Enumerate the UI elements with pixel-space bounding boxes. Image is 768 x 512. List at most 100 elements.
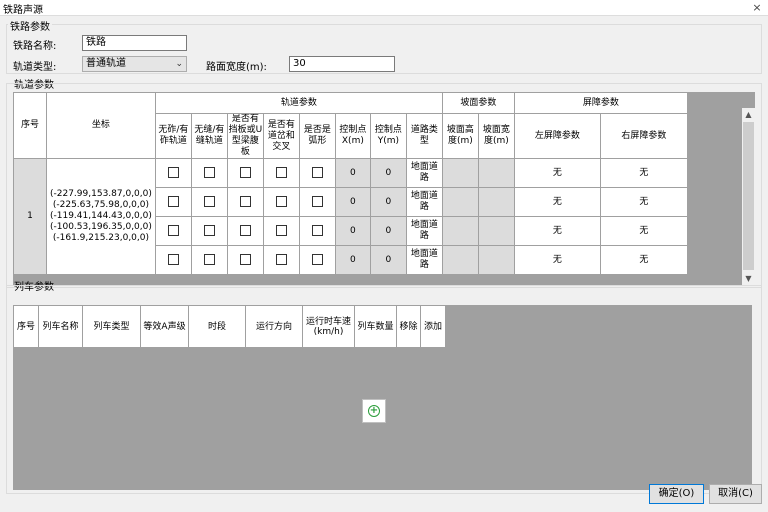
header-bed-width: 坡面宽度(m) xyxy=(477,113,515,159)
ballast-checkbox[interactable] xyxy=(154,216,192,246)
railway-name-input[interactable]: 铁路 xyxy=(82,35,187,51)
control-x-cell[interactable]: 0 xyxy=(334,245,371,275)
train-header-period: 时段 xyxy=(188,305,246,348)
header-seamless: 无缝/有缝轨道 xyxy=(190,113,228,159)
curved-checkbox[interactable] xyxy=(298,187,336,217)
seamless-checkbox[interactable] xyxy=(190,187,228,217)
right-barrier-cell[interactable]: 无 xyxy=(599,158,688,188)
seamless-checkbox[interactable] xyxy=(190,158,228,188)
header-bed-group: 坡面参数 xyxy=(441,92,515,114)
baffle-checkbox[interactable] xyxy=(226,187,264,217)
road-type-cell[interactable]: 地面道路 xyxy=(405,187,443,217)
curved-checkbox[interactable] xyxy=(298,216,336,246)
road-type-cell[interactable]: 地面道路 xyxy=(405,158,443,188)
header-road-type: 道路类型 xyxy=(405,113,443,159)
header-control-y: 控制点Y(m) xyxy=(369,113,407,159)
header-control-x: 控制点X(m) xyxy=(334,113,371,159)
ballast-checkbox[interactable] xyxy=(154,245,192,275)
train-header-count: 列车数量 xyxy=(354,305,397,348)
road-type-cell[interactable]: 地面道路 xyxy=(405,245,443,275)
plus-icon: + xyxy=(368,405,380,417)
header-bed-height: 坡面高度(m) xyxy=(441,113,479,159)
left-barrier-cell[interactable]: 无 xyxy=(513,245,601,275)
right-barrier-cell[interactable]: 无 xyxy=(599,216,688,246)
header-barrier-group: 屏障参数 xyxy=(513,92,688,114)
bed-height-cell[interactable] xyxy=(441,187,479,217)
turnout-checkbox[interactable] xyxy=(262,158,300,188)
scroll-thumb[interactable] xyxy=(743,122,754,270)
bed-height-cell[interactable] xyxy=(441,216,479,246)
turnout-checkbox[interactable] xyxy=(262,216,300,246)
control-y-cell[interactable]: 0 xyxy=(369,216,407,246)
baffle-checkbox[interactable] xyxy=(226,245,264,275)
scroll-up-icon[interactable]: ▲ xyxy=(742,108,755,121)
track-params-table-area: 序号 坐标 轨道参数 坡面参数 屏障参数 无砟/有砟轨道 无缝/有缝轨道 是否有… xyxy=(13,92,755,285)
header-track-group: 轨道参数 xyxy=(154,92,443,114)
header-baffle: 是否有挡板或U型梁腹板 xyxy=(226,113,264,159)
turnout-checkbox[interactable] xyxy=(262,245,300,275)
bed-height-cell[interactable] xyxy=(441,158,479,188)
title-bar: 铁路声源 × xyxy=(0,0,768,16)
control-y-cell[interactable]: 0 xyxy=(369,187,407,217)
baffle-checkbox[interactable] xyxy=(226,216,264,246)
track-type-select[interactable]: 普通轨道 ⌄ xyxy=(82,56,187,72)
header-right-barrier: 右屏障参数 xyxy=(599,113,688,159)
train-header-seq: 序号 xyxy=(13,305,39,348)
train-header-name: 列车名称 xyxy=(38,305,83,348)
header-coord: 坐标 xyxy=(46,92,156,159)
cancel-button[interactable]: 取消(C) xyxy=(709,484,762,504)
bed-width-cell[interactable] xyxy=(477,216,515,246)
railway-params-label: 铁路参数 xyxy=(8,18,52,33)
train-header-speed: 运行时车速(km/h) xyxy=(302,305,355,348)
road-width-input[interactable]: 30 xyxy=(289,56,395,72)
scroll-down-icon[interactable]: ▼ xyxy=(742,272,755,285)
track-params-table: 序号 坐标 轨道参数 坡面参数 屏障参数 无砟/有砟轨道 无缝/有缝轨道 是否有… xyxy=(13,92,688,275)
header-left-barrier: 左屏障参数 xyxy=(513,113,601,159)
close-icon[interactable]: × xyxy=(750,1,764,14)
bed-height-cell[interactable] xyxy=(441,245,479,275)
train-header-level: 等效A声级 xyxy=(140,305,189,348)
train-table-area: 序号 列车名称 列车类型 等效A声级 时段 运行方向 运行时车速(km/h) 列… xyxy=(13,305,752,490)
control-x-cell[interactable]: 0 xyxy=(334,216,371,246)
train-header-direction: 运行方向 xyxy=(245,305,303,348)
header-turnout: 是否有道岔和交叉 xyxy=(262,113,300,159)
control-x-cell[interactable]: 0 xyxy=(334,187,371,217)
left-barrier-cell[interactable]: 无 xyxy=(513,216,601,246)
train-header-add: 添加 xyxy=(420,305,446,348)
bed-width-cell[interactable] xyxy=(477,187,515,217)
chevron-down-icon: ⌄ xyxy=(175,59,183,69)
baffle-checkbox[interactable] xyxy=(226,158,264,188)
track-table-scrollbar[interactable]: ▲ ▼ xyxy=(742,108,755,285)
train-header-type: 列车类型 xyxy=(82,305,141,348)
add-train-button[interactable]: + xyxy=(362,399,386,423)
ok-button[interactable]: 确定(O) xyxy=(649,484,704,504)
railway-name-label: 铁路名称: xyxy=(13,41,57,52)
curved-checkbox[interactable] xyxy=(298,158,336,188)
track-type-label: 轨道类型: xyxy=(13,62,57,73)
bed-width-cell[interactable] xyxy=(477,245,515,275)
bed-width-cell[interactable] xyxy=(477,158,515,188)
control-y-cell[interactable]: 0 xyxy=(369,158,407,188)
left-barrier-cell[interactable]: 无 xyxy=(513,158,601,188)
seamless-checkbox[interactable] xyxy=(190,216,228,246)
curved-checkbox[interactable] xyxy=(298,245,336,275)
right-barrier-cell[interactable]: 无 xyxy=(599,187,688,217)
control-y-cell[interactable]: 0 xyxy=(369,245,407,275)
row-seq: 1 xyxy=(13,158,47,275)
ballast-checkbox[interactable] xyxy=(154,158,192,188)
road-width-label: 路面宽度(m): xyxy=(206,62,267,73)
window-title: 铁路声源 xyxy=(3,5,43,16)
train-params-table: 序号 列车名称 列车类型 等效A声级 时段 运行方向 运行时车速(km/h) 列… xyxy=(13,305,446,348)
turnout-checkbox[interactable] xyxy=(262,187,300,217)
dialog-client: 铁路参数 铁路名称: 铁路 轨道类型: 普通轨道 ⌄ 路面宽度(m): 30 轨… xyxy=(0,16,768,512)
row-coord[interactable]: (-227.99,153.87,0,0,0)(-225.63,75.98,0,0… xyxy=(46,158,156,275)
header-curved: 是否是弧形 xyxy=(298,113,336,159)
right-barrier-cell[interactable]: 无 xyxy=(599,245,688,275)
ballast-checkbox[interactable] xyxy=(154,187,192,217)
track-type-value: 普通轨道 xyxy=(86,58,126,69)
left-barrier-cell[interactable]: 无 xyxy=(513,187,601,217)
road-type-cell[interactable]: 地面道路 xyxy=(405,216,443,246)
header-seq: 序号 xyxy=(13,92,47,159)
seamless-checkbox[interactable] xyxy=(190,245,228,275)
control-x-cell[interactable]: 0 xyxy=(334,158,371,188)
